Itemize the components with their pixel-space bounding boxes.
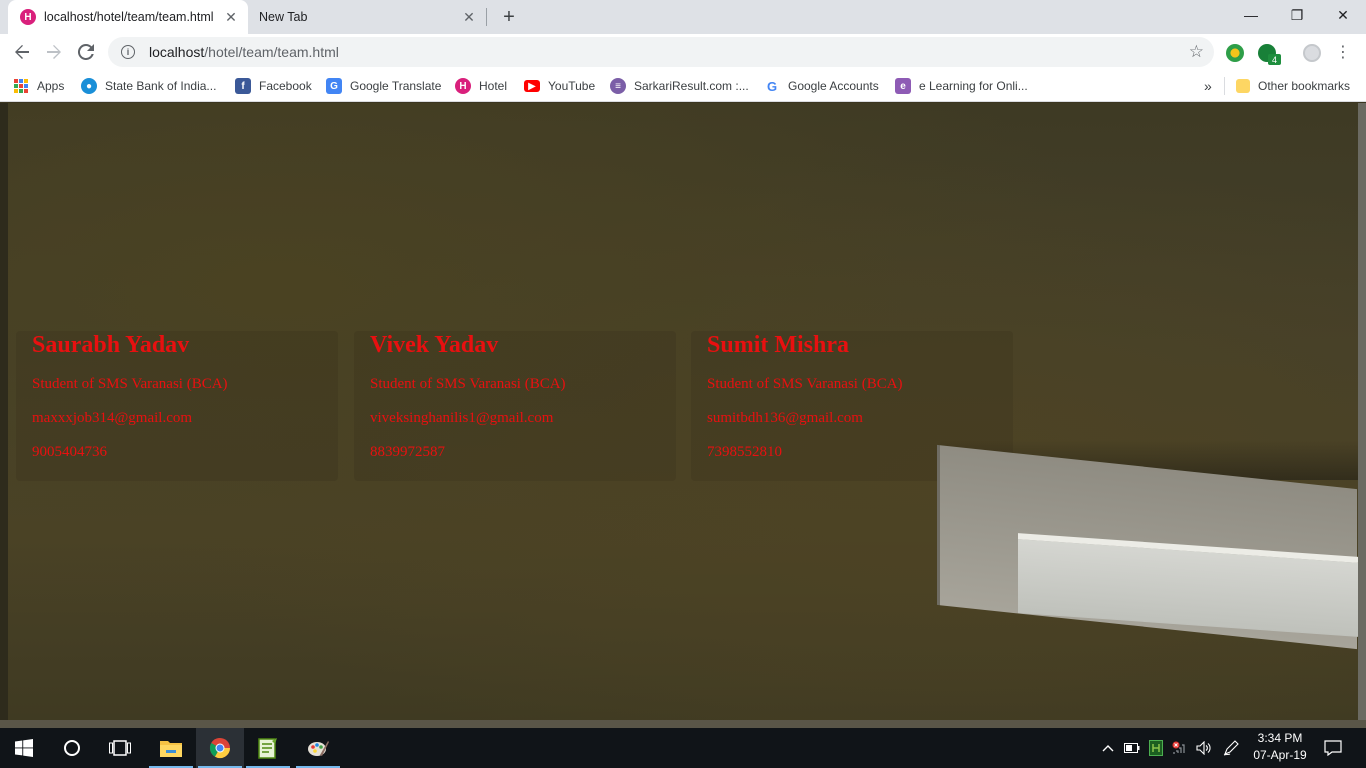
bookmark-label: e Learning for Onli... [919,79,1028,93]
elearning-icon: e [895,78,911,94]
bookmark-facebook[interactable]: f Facebook [235,76,312,96]
tab-separator [486,8,487,26]
address-bar[interactable]: i localhost/hotel/team/team.html ☆ [108,37,1214,67]
site-info-icon[interactable]: i [121,45,135,59]
bookmark-label: Google Translate [350,79,442,93]
member-name: Saurabh Yadav [32,332,190,358]
task-view-icon[interactable] [96,728,144,768]
tab-title: localhost/hotel/team/team.html [44,10,214,24]
bookmarks-divider [1224,77,1225,95]
member-email: maxxxjob314@gmail.com [32,410,193,426]
paint-icon[interactable] [294,728,342,768]
folder-icon [1236,79,1250,93]
volume-icon[interactable] [1194,728,1214,768]
reload-icon[interactable] [72,38,100,66]
hotel-favicon-icon: H [20,9,36,25]
close-tab-icon[interactable]: ✕ [458,6,480,28]
action-center-icon[interactable] [1318,728,1348,768]
bookmark-label: Other bookmarks [1258,79,1351,93]
bookmark-label: Facebook [259,79,312,93]
google-translate-icon: G [326,78,342,94]
tab-title: New Tab [259,10,308,24]
member-phone: 8839972587 [370,444,445,460]
sarkari-icon: ≡ [610,78,626,94]
bookmark-label: Apps [37,79,65,93]
member-name: Sumit Mishra [707,332,850,358]
bookmark-hotel[interactable]: H Hotel [455,76,507,96]
profile-avatar[interactable] [1303,44,1321,62]
chrome-taskbar-icon[interactable] [196,728,244,768]
tab-active[interactable]: H localhost/hotel/team/team.html ✕ [8,0,248,34]
hotel-icon: H [455,78,471,94]
battery-icon[interactable] [1122,728,1142,768]
forward-arrow-icon[interactable] [40,38,68,66]
bookmark-label: State Bank of India... [105,79,217,93]
browser-menu-icon[interactable]: ⋮ [1335,40,1351,64]
page-edge [0,103,8,720]
bookmark-google-translate[interactable]: G Google Translate [326,76,441,96]
member-role: Student of SMS Varanasi (BCA) [370,376,566,392]
facebook-icon: f [235,78,251,94]
url-text: localhost/hotel/team/team.html [149,44,339,60]
bookmark-apps[interactable]: Apps [14,76,64,96]
file-explorer-icon[interactable] [147,728,195,768]
close-window-button[interactable]: ✕ [1320,0,1366,30]
sbi-icon: ● [81,78,97,94]
member-email: sumitbdh136@gmail.com [707,410,863,426]
bookmark-label: Google Accounts [788,79,879,93]
bookmark-label: SarkariResult.com :... [634,79,749,93]
extension-badge: 4 [1268,54,1281,65]
bookmark-label: YouTube [548,79,596,93]
url-path: /hotel/team/team.html [204,44,339,60]
bookmark-google-accounts[interactable]: G Google Accounts [764,76,879,96]
close-tab-icon[interactable]: ✕ [220,6,242,28]
bookmark-youtube[interactable]: ▶ YouTube [524,76,595,96]
bookmarks-bar: Apps ● State Bank of India... f Facebook… [0,70,1366,102]
member-name: Vivek Yadav [370,332,499,358]
member-role: Student of SMS Varanasi (BCA) [707,376,903,392]
team-member-card: Vivek Yadav Student of SMS Varanasi (BCA… [354,331,676,481]
member-role: Student of SMS Varanasi (BCA) [32,376,228,392]
google-icon: G [764,78,780,94]
pen-ink-icon[interactable] [1220,728,1242,768]
bookmark-sbi[interactable]: ● State Bank of India... [81,76,216,96]
tab-new-tab[interactable]: New Tab ✕ [248,0,486,34]
other-bookmarks[interactable]: Other bookmarks [1236,76,1350,96]
bookmark-sarkari[interactable]: ≡ SarkariResult.com :... [610,76,749,96]
page-edge [1358,103,1366,720]
member-email: viveksinghanilis1@gmail.com [370,410,554,426]
tray-app-icon[interactable] [1146,728,1166,768]
youtube-icon: ▶ [524,80,540,92]
bookmarks-overflow-button[interactable]: » [1204,76,1212,96]
bookmark-elearning[interactable]: e e Learning for Onli... [895,76,1028,96]
tab-strip: H localhost/hotel/team/team.html ✕ New T… [0,0,1366,34]
browser-toolbar: i localhost/hotel/team/team.html ☆ [0,34,1366,70]
member-phone: 7398552810 [707,444,782,460]
clock-time: 3:34 PM [1257,731,1303,745]
minimize-button[interactable]: — [1228,0,1274,30]
new-tab-button[interactable]: + [498,6,520,28]
back-arrow-icon[interactable] [8,38,36,66]
windows-taskbar: 3:34 PM 07-Apr-19 [0,728,1366,768]
url-host: localhost [149,44,205,60]
network-disconnected-icon[interactable] [1170,728,1190,768]
restore-button[interactable]: ❐ [1274,0,1320,30]
page-edge [0,720,1366,728]
show-hidden-icons-chevron-icon[interactable] [1098,728,1118,768]
team-member-card: Saurabh Yadav Student of SMS Varanasi (B… [16,331,338,481]
notepad-plus-icon[interactable] [244,728,292,768]
bookmark-label: Hotel [479,79,508,93]
cortana-search-icon[interactable] [48,728,96,768]
bookmark-star-icon[interactable]: ☆ [1189,42,1204,62]
member-phone: 9005404736 [32,444,107,460]
apps-grid-icon [14,79,28,93]
clock-date: 07-Apr-19 [1253,748,1307,762]
start-windows-icon[interactable] [0,728,48,768]
extension-icon[interactable] [1226,44,1244,62]
taskbar-clock[interactable]: 3:34 PM 07-Apr-19 [1252,730,1308,766]
